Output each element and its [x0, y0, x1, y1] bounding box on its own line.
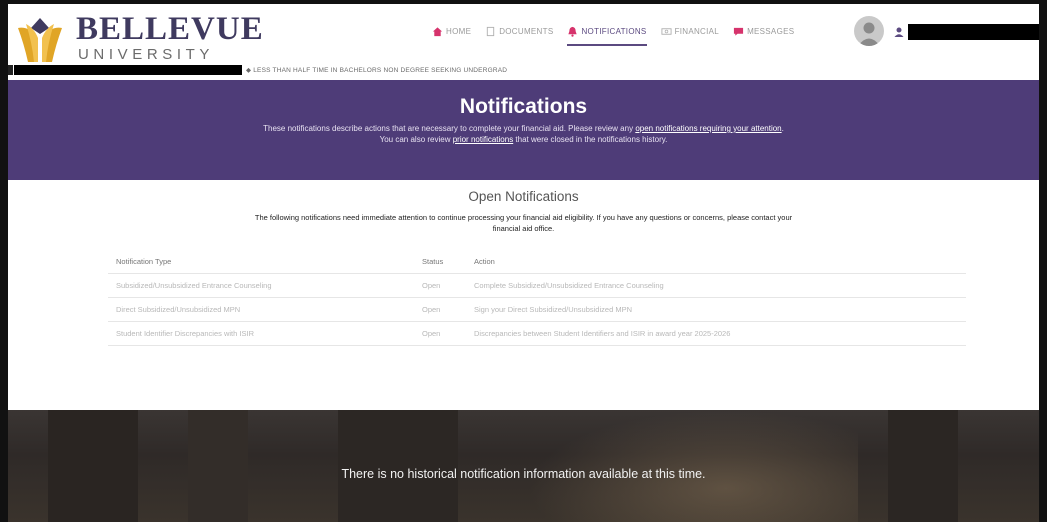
university-logo[interactable]: BELLEVUE UNIVERSITY	[14, 12, 263, 70]
home-icon	[432, 26, 443, 36]
prior-notifications-link[interactable]: prior notifications	[453, 135, 513, 144]
banner-line1-suffix: .	[781, 124, 784, 133]
notification-status: Open	[422, 329, 441, 338]
section-title: Open Notifications	[468, 189, 579, 204]
column-header-action: Action	[474, 257, 495, 266]
notification-status: Open	[422, 305, 441, 314]
table-row[interactable]: Student Identifier Discrepancies with IS…	[108, 322, 966, 346]
notification-action[interactable]: Sign your Direct Subsidized/Unsubsidized…	[474, 305, 966, 314]
user-icon	[894, 27, 904, 37]
nav-financial-label: FINANCIAL	[674, 26, 720, 36]
enrollment-status: ◆ LESS THAN HALF TIME IN BACHELORS NON D…	[246, 66, 507, 75]
notifications-banner: Notifications These notifications descri…	[8, 80, 1039, 180]
nav-notifications[interactable]: NOTIFICATIONS	[567, 18, 647, 46]
notification-history-section: There is no historical notification info…	[8, 410, 1039, 522]
nav-notifications-label: NOTIFICATIONS	[581, 26, 647, 36]
nav-home-label: HOME	[446, 26, 472, 36]
column-header-status: Status	[422, 257, 444, 266]
nav-messages-label: MESSAGES	[747, 26, 795, 36]
main-nav: HOME DOCUMENTS NOTIFICATIONS FINANCIAL M…	[432, 18, 808, 46]
nav-messages[interactable]: MESSAGES	[733, 18, 794, 44]
nav-financial[interactable]: FINANCIAL	[661, 18, 720, 44]
table-row[interactable]: Subsidized/Unsubsidized Entrance Counsel…	[108, 274, 966, 298]
nav-home[interactable]: HOME	[432, 18, 471, 44]
open-notifications-link[interactable]: open notifications requiring your attent…	[635, 124, 781, 133]
column-header-type: Notification Type	[116, 257, 172, 266]
history-empty-message: There is no historical notification info…	[341, 467, 706, 481]
notification-type: Direct Subsidized/Unsubsidized MPN	[116, 305, 241, 314]
id-marker	[8, 65, 13, 75]
logo-subtitle: UNIVERSITY	[78, 46, 215, 63]
open-notifications-section: Open Notifications The following notific…	[8, 180, 1039, 410]
notifications-icon	[568, 26, 578, 37]
university-crest-icon	[18, 18, 62, 62]
user-name-redacted[interactable]	[908, 24, 1039, 40]
notification-status: Open	[422, 281, 441, 290]
banner-description-2: You can also review prior notifications …	[8, 134, 1039, 145]
banner-line2-suffix: that were closed in the notifications hi…	[513, 135, 668, 144]
notification-type: Subsidized/Unsubsidized Entrance Counsel…	[116, 281, 272, 290]
page-title: Notifications	[459, 95, 588, 118]
notification-type: Student Identifier Discrepancies with IS…	[116, 329, 254, 338]
logo-name: BELLEVUE	[76, 11, 264, 47]
notification-action[interactable]: Discrepancies between Student Identifier…	[474, 329, 966, 338]
table-row[interactable]: Direct Subsidized/Unsubsidized MPN Open …	[108, 298, 966, 322]
notification-action[interactable]: Complete Subsidized/Unsubsidized Entranc…	[474, 281, 966, 290]
section-description: The following notifications need immedia…	[254, 213, 793, 233]
notifications-table: Notification Type Status Action Subsidiz…	[108, 250, 966, 346]
page-header: BELLEVUE UNIVERSITY HOME DOCUMENTS NOTIF…	[8, 4, 1039, 80]
app-window: BELLEVUE UNIVERSITY HOME DOCUMENTS NOTIF…	[8, 4, 1039, 522]
banner-line1-prefix: These notifications describe actions tha…	[263, 124, 636, 133]
avatar[interactable]	[854, 16, 884, 46]
banner-line2-prefix: You can also review	[379, 135, 453, 144]
banner-description-1: These notifications describe actions tha…	[8, 123, 1039, 134]
avatar-person-icon	[858, 22, 880, 46]
enrollment-status-text: LESS THAN HALF TIME IN BACHELORS NON DEG…	[253, 67, 508, 74]
messages-icon	[733, 27, 744, 36]
table-header-row: Notification Type Status Action	[108, 250, 966, 274]
nav-documents[interactable]: DOCUMENTS	[485, 18, 553, 44]
documents-icon	[487, 26, 495, 36]
nav-documents-label: DOCUMENTS	[499, 26, 554, 36]
financial-icon	[661, 27, 672, 35]
student-id-redacted	[14, 65, 242, 75]
